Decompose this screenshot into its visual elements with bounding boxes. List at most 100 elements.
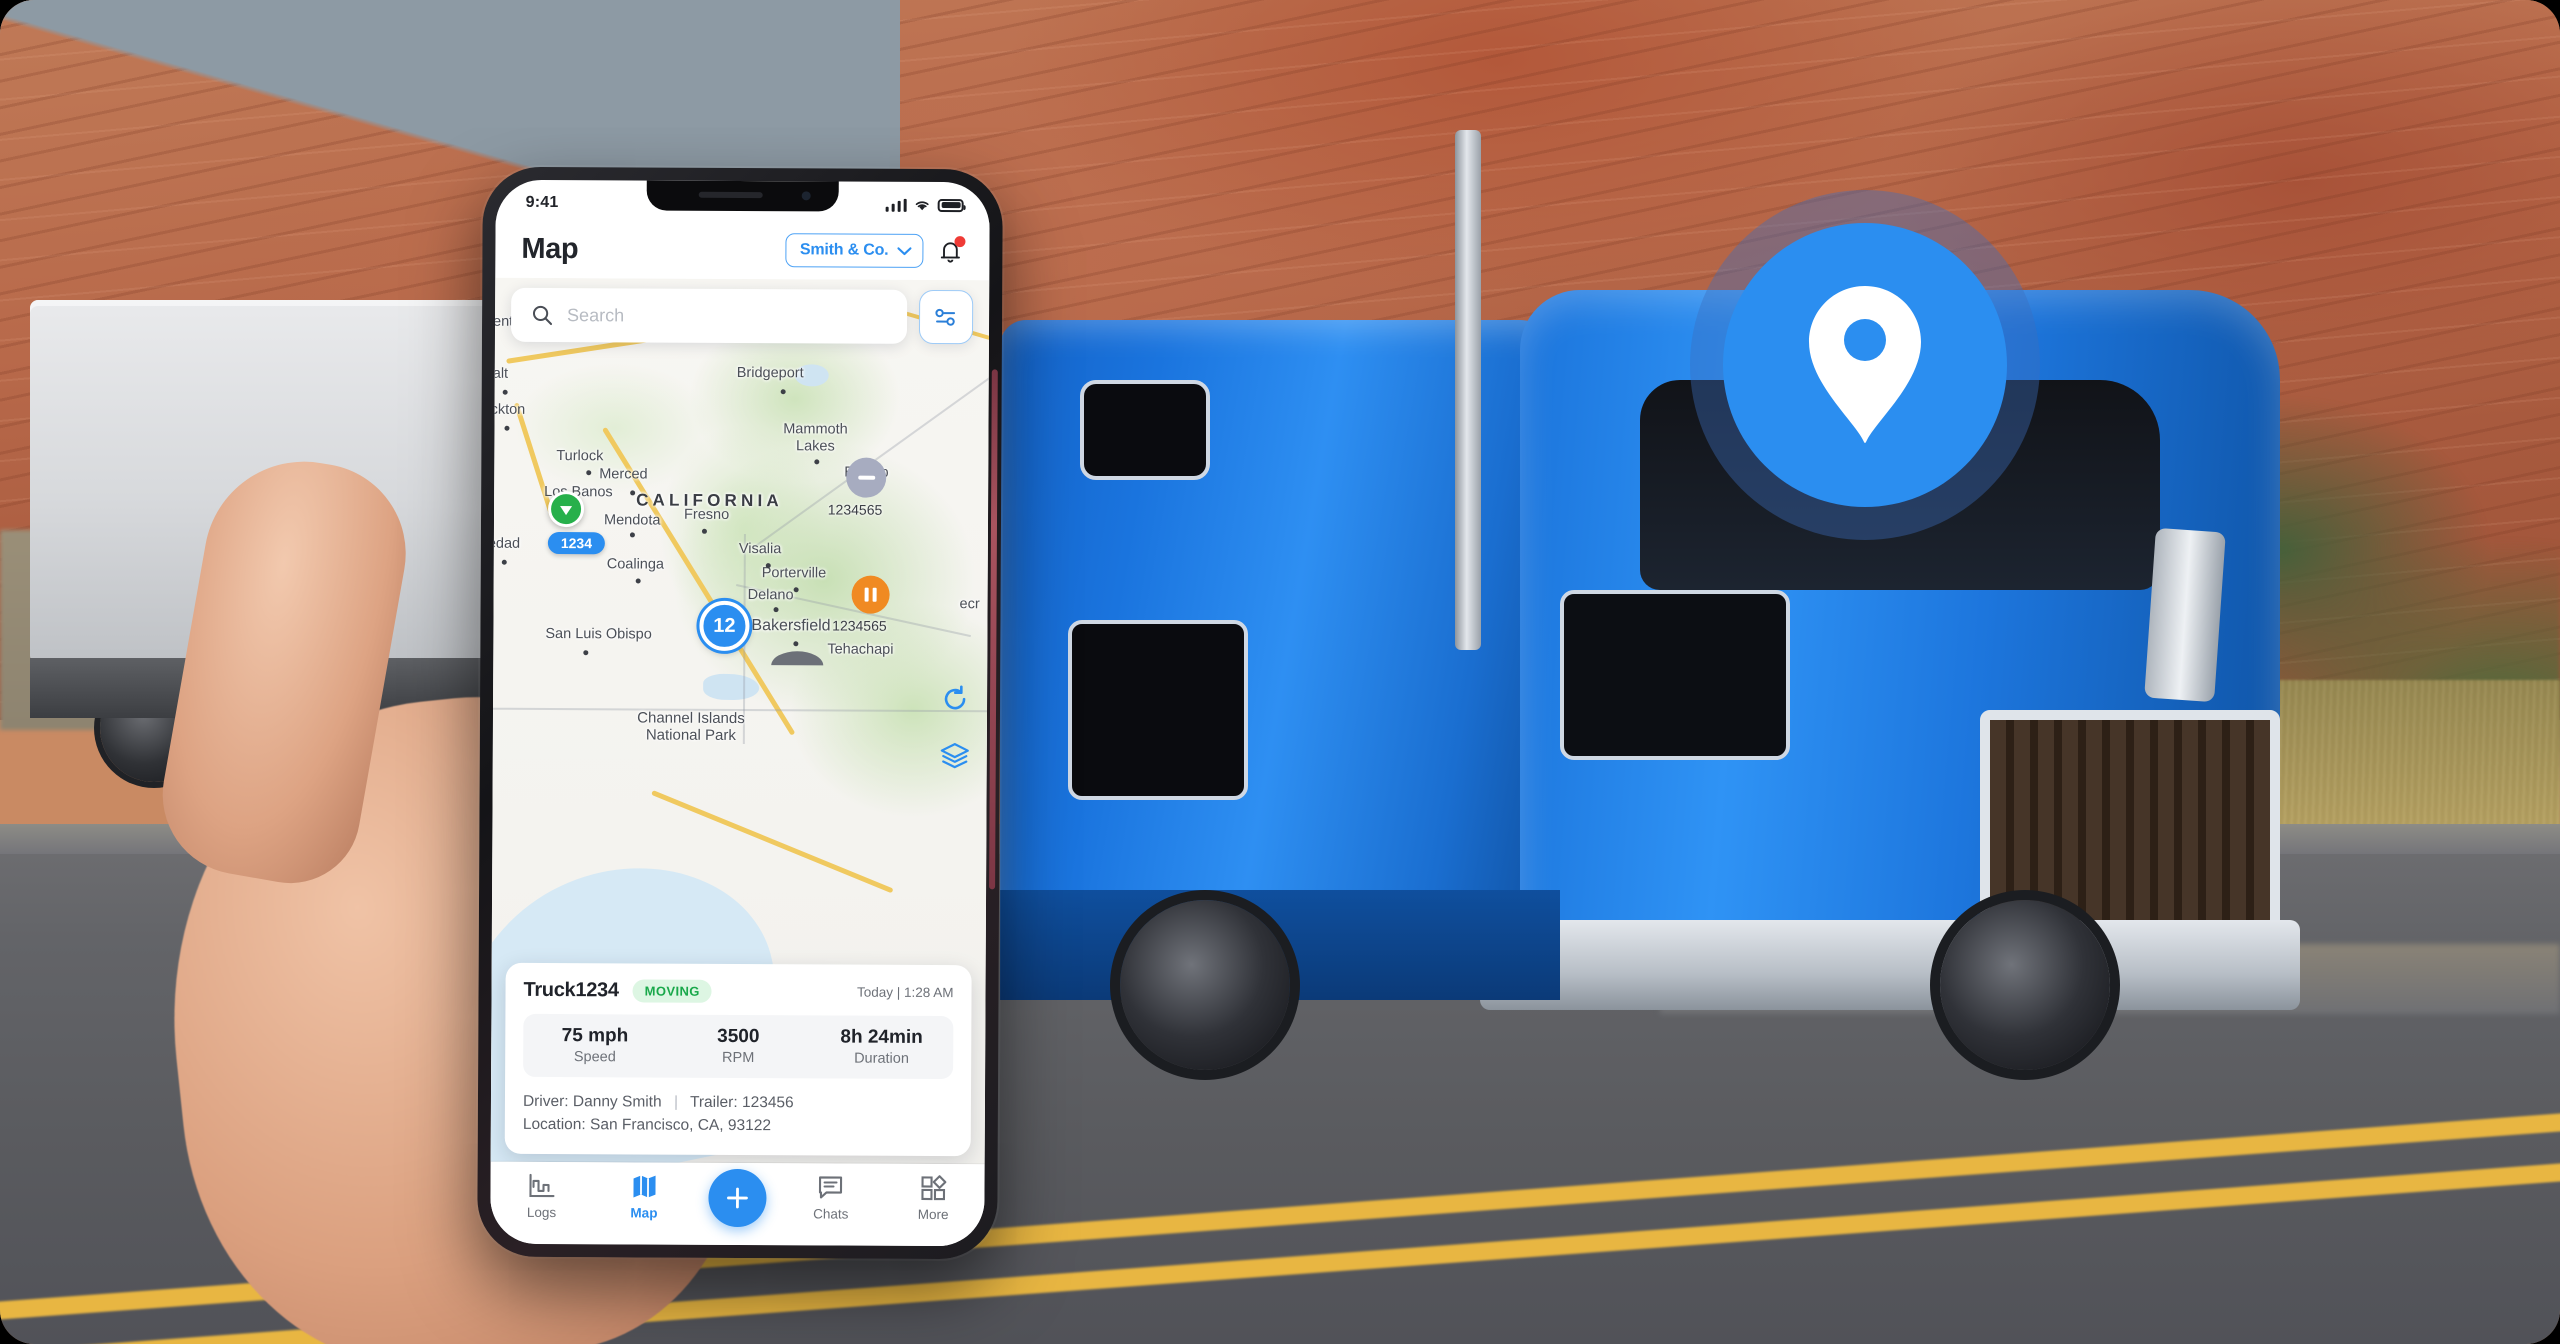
truck-bumper	[1480, 920, 2300, 1010]
minus-icon	[857, 475, 875, 480]
status-bar: 9:41	[496, 180, 990, 223]
org-selector-dropdown[interactable]: Smith & Co.	[784, 233, 924, 268]
layers-button[interactable]	[939, 741, 971, 774]
stat-value: 8h 24min	[840, 1026, 923, 1048]
truck-exhaust-stack	[1455, 130, 1481, 650]
map-label-bakersfield: Bakersfield	[751, 617, 831, 635]
vehicle-status-dot	[846, 457, 887, 498]
map-city-dot	[630, 490, 636, 496]
vehicle-detail-card[interactable]: Truck1234 MOVING Today | 1:28 AM 75 mph …	[504, 962, 972, 1157]
tab-more[interactable]: More	[895, 1174, 971, 1222]
stat-duration: 8h 24min Duration	[810, 1026, 954, 1067]
chevron-down-icon	[897, 246, 912, 255]
tab-map[interactable]: Map	[606, 1172, 682, 1221]
map-city-dot	[773, 607, 779, 613]
grid-more-icon	[921, 1175, 947, 1201]
refresh-icon	[944, 685, 966, 710]
map-label-tehachapi: Tehachapi	[827, 641, 894, 658]
map-city-dot	[814, 459, 820, 465]
search-bar[interactable]	[510, 287, 908, 344]
location-label: Location: San Francisco, CA, 93122	[522, 1115, 772, 1134]
vehicle-id-caption: 1234565	[827, 501, 883, 518]
tab-label: Map	[630, 1205, 658, 1221]
map-label-san-luis-obispo: San Luis Obispo	[545, 625, 652, 643]
vehicle-name: Truck1234	[523, 978, 619, 1001]
status-badge: MOVING	[632, 978, 712, 1003]
stat-speed: 75 mph Speed	[523, 1024, 667, 1065]
filter-sliders-icon	[935, 308, 956, 326]
map-city-dot	[583, 650, 589, 656]
stat-value: 75 mph	[561, 1024, 629, 1046]
pause-icon-bar	[872, 587, 877, 602]
tab-chats[interactable]: Chats	[793, 1173, 869, 1222]
truck-rear-tire	[1120, 900, 1290, 1070]
plus-icon	[727, 1187, 748, 1209]
scene-root: 9:41 Map Smith & Co. ❴ ❵ ento alt ckton …	[0, 0, 2560, 1344]
driver-trailer-row: Driver: Danny Smith | Trailer: 123456	[523, 1089, 953, 1115]
map-city-dot	[501, 559, 507, 565]
map-view[interactable]: 50 ento alt ckton Bridgeport Turlock Mer…	[490, 277, 990, 1165]
stat-value: 3500	[717, 1025, 760, 1047]
map-label-mammoth-lakes: Mammoth Lakes	[783, 421, 848, 455]
filter-button[interactable]	[918, 289, 974, 345]
map-label-mendota: Mendota	[603, 512, 661, 529]
map-label-porterville: Porterville	[761, 565, 827, 582]
trailer-wheel	[100, 674, 208, 782]
map-city-dot	[793, 587, 799, 593]
refresh-button[interactable]	[940, 684, 970, 719]
map-label-basalt: alt	[492, 365, 509, 382]
search-input[interactable]	[567, 304, 888, 328]
notifications-button[interactable]	[933, 234, 967, 268]
map-label-ecr: ecr	[959, 596, 980, 613]
paused-vehicle-marker[interactable]: 1234565	[832, 575, 890, 634]
bottom-tab-bar: Logs Map Chats More	[490, 1161, 985, 1247]
vehicle-id-pill: 1234	[547, 531, 606, 555]
vehicle-id-caption: 1234565	[832, 617, 887, 634]
map-city-dot	[629, 532, 635, 538]
map-label-coalinga: Coalinga	[606, 556, 665, 573]
moving-vehicle-marker[interactable]: 1234	[547, 490, 606, 555]
wifi-icon	[915, 200, 929, 210]
map-label-bridgeport: Bridgeport	[736, 364, 804, 382]
stat-label: RPM	[722, 1049, 755, 1066]
cluster-marker[interactable]: 12	[699, 600, 750, 652]
tab-label: More	[917, 1206, 949, 1223]
notification-badge	[954, 236, 966, 248]
battery-icon	[937, 198, 964, 212]
map-search-row	[495, 287, 989, 345]
map-city-dot	[701, 528, 707, 534]
map-label-soledad: edad	[490, 535, 521, 552]
map-label-delano: Delano	[747, 587, 794, 604]
org-selector-label: Smith & Co.	[799, 241, 889, 259]
pin-inner-circle	[1723, 223, 2007, 507]
map-city-dot	[765, 563, 771, 569]
tab-label: Logs	[526, 1204, 557, 1221]
cluster-count-badge: 12	[699, 600, 750, 652]
idle-vehicle-marker[interactable]: 1234565	[828, 457, 887, 518]
stat-label: Speed	[573, 1048, 616, 1065]
chat-bubble-icon	[819, 1176, 843, 1199]
vehicle-status-dot	[851, 575, 890, 614]
map-label-turlock: Turlock	[556, 448, 604, 465]
smartphone-device: 9:41 Map Smith & Co. ❴ ❵ ento alt ckton …	[477, 166, 1003, 1260]
vehicle-card-header: Truck1234 MOVING Today | 1:28 AM	[523, 978, 954, 1003]
map-label-merced: Merced	[599, 466, 648, 483]
app-header: Map Smith & Co.	[495, 219, 990, 281]
pause-icon-bar	[864, 587, 869, 602]
vehicle-stats-row: 75 mph Speed 3500 RPM 8h 24min Duration	[523, 1013, 954, 1079]
location-pin-overlay	[1690, 190, 2040, 540]
page-title: Map	[521, 232, 579, 265]
map-city-dot	[793, 641, 799, 647]
search-icon	[532, 305, 553, 326]
header-spacer	[588, 249, 775, 250]
add-button[interactable]	[708, 1168, 767, 1228]
tab-label: Chats	[813, 1206, 849, 1222]
map-lake	[703, 673, 760, 701]
truck-side-window	[1560, 590, 1790, 760]
map-city-dot	[504, 425, 510, 431]
status-time: 9:41	[525, 193, 559, 212]
vehicle-status-dot	[547, 490, 585, 528]
truck-front-tire	[1940, 900, 2110, 1070]
trailer-label: Trailer: 123456	[689, 1093, 794, 1111]
tab-logs[interactable]: Logs	[504, 1172, 580, 1220]
